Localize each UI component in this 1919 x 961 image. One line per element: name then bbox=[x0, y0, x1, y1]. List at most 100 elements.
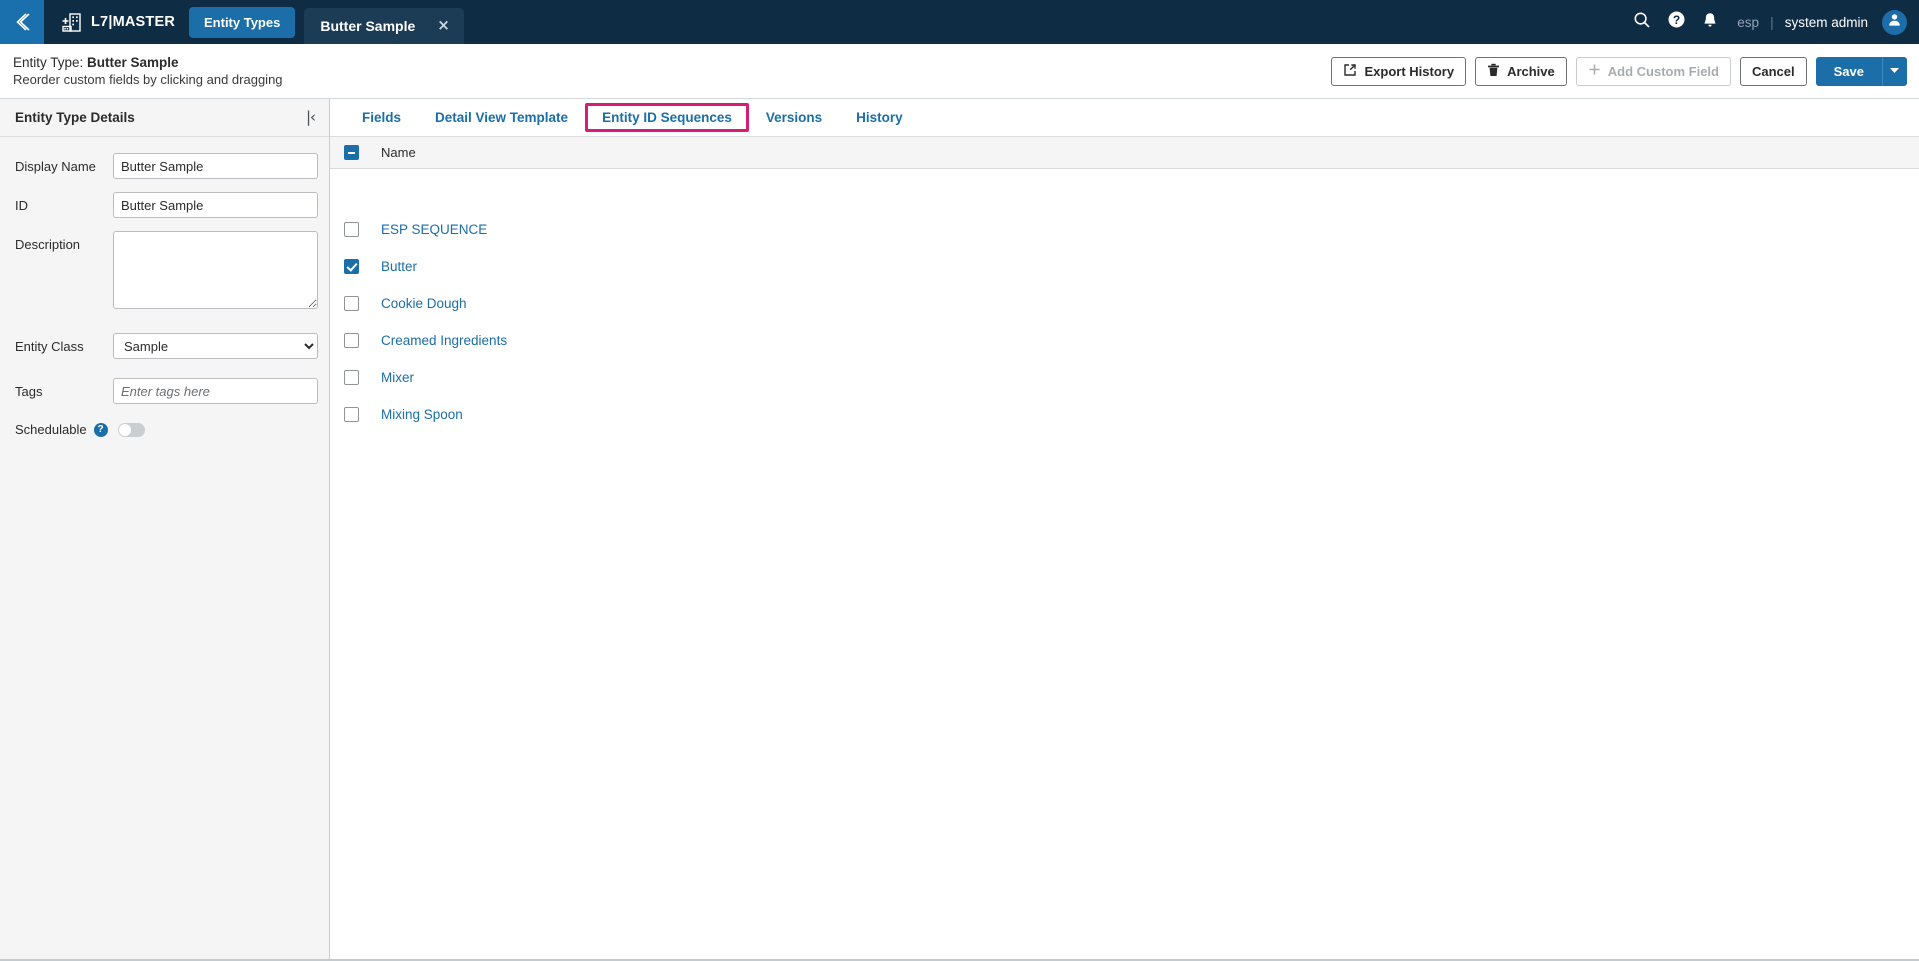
tab-history[interactable]: History bbox=[839, 100, 920, 135]
export-history-label: Export History bbox=[1364, 63, 1455, 79]
search-icon bbox=[1633, 11, 1651, 34]
save-dropdown-button[interactable] bbox=[1882, 56, 1907, 86]
user-avatar-icon bbox=[1887, 12, 1902, 32]
tags-label: Tags bbox=[15, 384, 43, 399]
row-name-link[interactable]: Butter bbox=[381, 259, 417, 274]
org-label: esp bbox=[1737, 14, 1760, 30]
field-entity-class: Entity Class Sample bbox=[0, 333, 329, 359]
description-label: Description bbox=[15, 237, 81, 252]
archive-label: Archive bbox=[1507, 63, 1555, 79]
nav-separator: | bbox=[1770, 14, 1774, 30]
list-item[interactable]: Butter bbox=[330, 248, 1919, 285]
save-button[interactable]: Save bbox=[1815, 56, 1882, 86]
list-item[interactable]: Creamed Ingredients bbox=[330, 322, 1919, 359]
row-name-link[interactable]: Creamed Ingredients bbox=[381, 333, 507, 348]
id-input[interactable] bbox=[113, 192, 318, 218]
page-title: Entity Type: Butter Sample bbox=[13, 55, 283, 70]
help-button[interactable]: ? bbox=[1659, 0, 1693, 44]
row-checkbox[interactable] bbox=[344, 259, 359, 274]
row-name-link[interactable]: Mixer bbox=[381, 370, 414, 385]
column-header-name: Name bbox=[381, 145, 416, 160]
external-link-icon bbox=[1343, 63, 1357, 80]
top-navigation-bar: L7|MASTER Entity Types Butter Sample × ?… bbox=[0, 0, 1919, 44]
content-tabbar: Fields Detail View Template Entity ID Se… bbox=[330, 99, 1919, 137]
tab-detail-view-template[interactable]: Detail View Template bbox=[418, 100, 585, 135]
select-all-checkbox[interactable] bbox=[344, 145, 359, 160]
tab-fields[interactable]: Fields bbox=[345, 100, 418, 135]
sidebar-header: Entity Type Details |‹ bbox=[0, 99, 329, 137]
chevron-left-icon bbox=[11, 11, 33, 33]
collapse-panel-icon[interactable]: |‹ bbox=[306, 110, 316, 125]
row-checkbox[interactable] bbox=[344, 370, 359, 385]
cancel-button[interactable]: Cancel bbox=[1739, 56, 1807, 86]
cancel-label: Cancel bbox=[1751, 63, 1795, 79]
open-tab-butter-sample[interactable]: Butter Sample × bbox=[304, 8, 464, 44]
entity-class-select[interactable]: Sample bbox=[113, 333, 318, 359]
list-item[interactable]: Mixer bbox=[330, 359, 1919, 396]
entity-type-details-sidebar: Entity Type Details |‹ Display Name ID bbox=[0, 99, 330, 959]
row-checkbox[interactable] bbox=[344, 333, 359, 348]
bell-icon bbox=[1701, 11, 1719, 34]
archive-button[interactable]: Archive bbox=[1475, 56, 1567, 86]
add-custom-field-button[interactable]: Add Custom Field bbox=[1575, 56, 1731, 86]
entity-class-label: Entity Class bbox=[15, 339, 84, 354]
export-history-button[interactable]: Export History bbox=[1331, 56, 1467, 86]
avatar[interactable] bbox=[1882, 9, 1907, 35]
field-tags: Tags bbox=[0, 378, 329, 404]
add-custom-field-label: Add Custom Field bbox=[1607, 63, 1719, 79]
list-item[interactable]: Cookie Dough bbox=[330, 285, 1919, 322]
list-item[interactable]: Mixing Spoon bbox=[330, 396, 1919, 433]
tab-entity-id-sequences[interactable]: Entity ID Sequences bbox=[585, 103, 749, 132]
main-content: Fields Detail View Template Entity ID Se… bbox=[330, 99, 1919, 959]
tab-versions[interactable]: Versions bbox=[749, 100, 839, 135]
trash-icon bbox=[1487, 63, 1500, 80]
brand: L7|MASTER bbox=[44, 0, 189, 44]
page-title-prefix: Entity Type: bbox=[13, 55, 88, 70]
page-header-text: Entity Type: Butter Sample Reorder custo… bbox=[13, 55, 283, 87]
username-label: system admin bbox=[1784, 14, 1868, 30]
notifications-button[interactable] bbox=[1693, 0, 1727, 44]
close-icon[interactable]: × bbox=[437, 18, 450, 33]
row-checkbox[interactable] bbox=[344, 222, 359, 237]
save-button-group: Save bbox=[1815, 56, 1907, 86]
page-body: Entity Type Details |‹ Display Name ID bbox=[0, 99, 1919, 961]
field-display-name: Display Name bbox=[0, 153, 329, 179]
field-description: Description bbox=[0, 231, 329, 314]
toggle-knob bbox=[118, 423, 131, 436]
schedulable-toggle[interactable] bbox=[117, 422, 145, 437]
row-checkbox[interactable] bbox=[344, 296, 359, 311]
description-textarea[interactable] bbox=[113, 231, 318, 309]
sidebar-title: Entity Type Details bbox=[15, 110, 135, 125]
svg-text:?: ? bbox=[1673, 13, 1680, 27]
search-button[interactable] bbox=[1625, 0, 1659, 44]
list-item[interactable]: ESP SEQUENCE bbox=[330, 211, 1919, 248]
tags-input[interactable] bbox=[113, 378, 318, 404]
page-title-value: Butter Sample bbox=[87, 55, 179, 70]
schedulable-label: Schedulable bbox=[15, 422, 87, 437]
field-id: ID bbox=[0, 192, 329, 218]
page-header-actions: Export History Archive Add Custom Field … bbox=[1331, 56, 1907, 86]
row-name-link[interactable]: Mixing Spoon bbox=[381, 407, 463, 422]
nav-entity-types-pill[interactable]: Entity Types bbox=[189, 6, 296, 38]
caret-down-icon bbox=[1889, 62, 1900, 80]
list-header-row: Name bbox=[330, 137, 1919, 169]
nav-collapse-button[interactable] bbox=[0, 0, 44, 44]
page-header: Entity Type: Butter Sample Reorder custo… bbox=[0, 44, 1919, 99]
field-schedulable: Schedulable ? bbox=[0, 422, 329, 437]
building-app-icon bbox=[60, 11, 82, 33]
display-name-input[interactable] bbox=[113, 153, 318, 179]
plus-icon bbox=[1588, 63, 1601, 79]
help-circle-icon[interactable]: ? bbox=[93, 422, 108, 437]
row-name-link[interactable]: ESP SEQUENCE bbox=[381, 222, 487, 237]
save-label: Save bbox=[1833, 63, 1864, 79]
open-tab-label: Butter Sample bbox=[320, 17, 416, 34]
row-name-link[interactable]: Cookie Dough bbox=[381, 296, 467, 311]
nav-right-cluster: ? esp | system admin bbox=[1625, 0, 1919, 44]
entity-type-details-form: Display Name ID Description bbox=[0, 137, 329, 959]
id-label: ID bbox=[15, 198, 28, 213]
help-circle-icon: ? bbox=[1667, 10, 1686, 34]
row-checkbox[interactable] bbox=[344, 407, 359, 422]
user-menu[interactable]: esp | system admin bbox=[1737, 9, 1907, 35]
sequence-list: ESP SEQUENCE Butter Cookie Dough Creamed… bbox=[330, 169, 1919, 959]
